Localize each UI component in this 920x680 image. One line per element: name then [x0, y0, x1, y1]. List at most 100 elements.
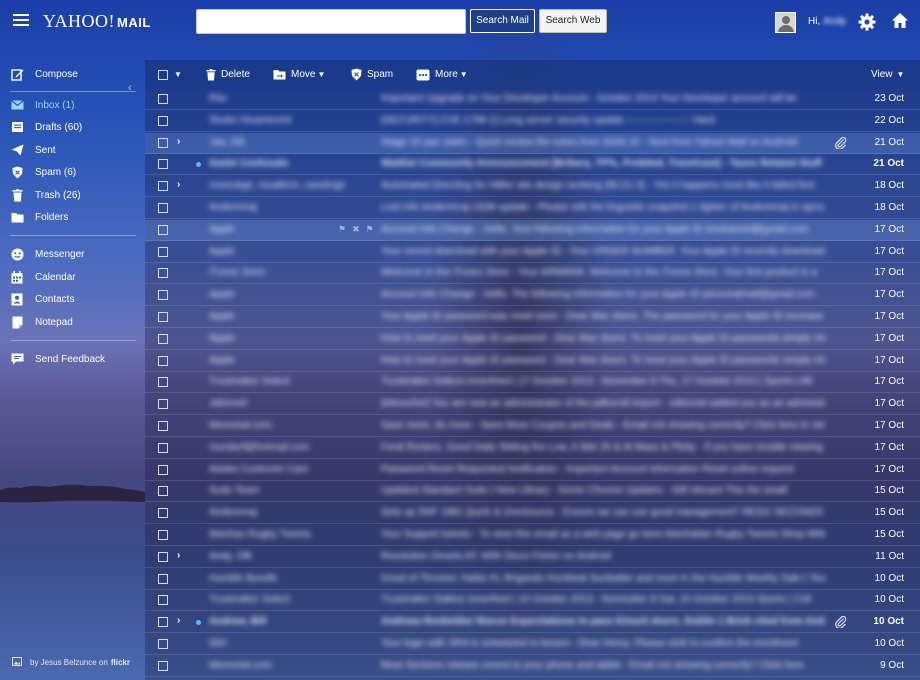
sidebar-item-spam[interactable]: Spam (6)	[10, 163, 76, 181]
thread-expand-icon[interactable]: ›	[177, 136, 180, 147]
message-row[interactable]: Studio Hiuantermit [SECURITY] CVE-1798-1]…	[145, 111, 920, 132]
yahoo-mail-logo[interactable]: YAHOO! MAIL	[43, 11, 151, 32]
message-checkbox[interactable]	[158, 508, 168, 519]
message-row[interactable]: Adobe Customer Care Password Reset Reques…	[145, 460, 920, 481]
message-checkbox[interactable]	[158, 573, 168, 584]
message-row[interactable]: Memorial.com Save more, do more - Save Mo…	[145, 416, 920, 437]
compose-button[interactable]: Compose	[10, 65, 78, 83]
message-checkbox[interactable]	[158, 639, 168, 649]
message-row[interactable]: Ritu Important Upgrade on Your Developer …	[145, 89, 920, 110]
message-row[interactable]: Andemmaj Sets up SNF 1981 Quick & OneSour…	[145, 503, 920, 525]
more-button[interactable]: More ▼	[416, 60, 468, 89]
message-checkbox[interactable]	[158, 94, 168, 104]
avatar[interactable]	[775, 12, 796, 33]
contacts-icon	[10, 293, 24, 305]
message-checkbox[interactable]	[158, 224, 168, 235]
message-date: 15 Oct	[874, 485, 904, 497]
message-checkbox[interactable]	[158, 355, 168, 366]
sidebar-item-drafts[interactable]: Drafts (60)	[10, 118, 82, 136]
message-row[interactable]: Andemmaj Lost Info Andemmaj UGM update - …	[145, 198, 920, 219]
message-checkbox[interactable]	[158, 268, 168, 279]
message-row[interactable]: iTunes Store Welcome to the iTunes Store …	[145, 263, 920, 285]
message-subject: Your Support tweets - To view this email…	[381, 529, 825, 540]
message-checkbox[interactable]	[158, 551, 168, 562]
sidebar-item-label: Trash (26)	[35, 189, 81, 201]
message-row[interactable]: Gadel Confusalo Waitlist Community Announ…	[145, 154, 920, 176]
message-checkbox[interactable]	[158, 660, 168, 671]
message-row[interactable]: Manhan Rugby Tweets Your Support tweets -…	[145, 525, 920, 546]
sidebar-item-contacts[interactable]: Contacts	[10, 290, 74, 308]
search-input[interactable]	[196, 9, 466, 34]
photo-credit[interactable]: by Jesus Belzunce on flickr	[12, 657, 130, 668]
message-row[interactable]: Sudo Team Updated Standard Suite | New Li…	[145, 481, 920, 503]
message-checkbox[interactable]	[158, 617, 168, 628]
message-row[interactable]: Humble Bundle Good of Thrones: Habis KL B…	[145, 569, 920, 590]
message-checkbox[interactable]	[158, 333, 168, 344]
message-checkbox[interactable]	[158, 421, 168, 431]
row-actions[interactable]: ⚑✖⚑	[338, 224, 380, 235]
message-row[interactable]: › moerstige, muallerin, narelinge Automate…	[145, 176, 920, 198]
message-checkbox[interactable]	[158, 530, 168, 540]
sidebar-item-trash[interactable]: Trash (26)	[10, 186, 81, 204]
checkbox[interactable]	[158, 69, 168, 80]
search-mail-button[interactable]: Search Mail	[470, 9, 535, 33]
move-button[interactable]: Move ▼	[273, 60, 325, 89]
thread-expand-icon[interactable]: ›	[177, 615, 180, 626]
chevron-down-icon[interactable]: ▼	[174, 70, 182, 79]
message-subject: [Attuncher] You are now an administrator…	[381, 398, 825, 410]
sidebar-item-messenger[interactable]: Messenger	[10, 245, 84, 263]
message-checkbox[interactable]	[158, 290, 168, 301]
message-row[interactable]: › Jaa, Dik Stage 16 pan stalm - Quick revi…	[145, 132, 920, 154]
message-row[interactable]: Apple Your Apple ID password was reset so…	[145, 307, 920, 328]
sidebar-item-notepad[interactable]: Notepad	[10, 313, 73, 331]
sidebar-item-folders[interactable]: Folders	[10, 208, 68, 226]
unread-dot-icon[interactable]	[196, 162, 201, 168]
message-row[interactable]: Jafonnet [Attuncher] You are now an admin…	[145, 394, 920, 416]
message-checkbox[interactable]	[158, 399, 168, 410]
message-row[interactable]: Trustmaker Select Trustmaker Daikoo Inner…	[145, 372, 920, 394]
message-row[interactable]: Memorial.com Most Sections release recent…	[145, 656, 920, 677]
paperclip-icon	[835, 136, 847, 152]
message-checkbox[interactable]	[158, 181, 168, 192]
message-checkbox[interactable]	[158, 486, 168, 497]
message-row[interactable]: Wirl Your login with SRA is scheduled to …	[145, 634, 920, 655]
message-sender: Humble Bundle	[209, 572, 278, 584]
collapse-sidebar-icon[interactable]: ‹	[128, 82, 132, 94]
message-row[interactable]: Apple How to reset your Apple ID password…	[145, 351, 920, 372]
flickr-link[interactable]: flickr	[111, 658, 130, 667]
message-row[interactable]: Trustmaker Select Trustmaker Daikoo Inner…	[145, 590, 920, 612]
home-icon[interactable]	[890, 11, 910, 31]
thread-expand-icon[interactable]: ›	[177, 179, 180, 190]
message-checkbox[interactable]	[158, 203, 168, 213]
sidebar-item-inbox[interactable]: Inbox (1)	[10, 96, 74, 114]
message-checkbox[interactable]	[158, 115, 168, 126]
message-row[interactable]: › Andrew, Bill Andreas Ronkeldur Nisrun Ex…	[145, 612, 920, 634]
message-row[interactable]: Apple Your recent download with your Appl…	[145, 242, 920, 263]
thread-expand-icon[interactable]: ›	[177, 550, 180, 561]
message-checkbox[interactable]	[158, 312, 168, 322]
message-checkbox[interactable]	[158, 595, 168, 606]
message-row[interactable]: Apple ⚑✖⚑ Account Info Change - Hello. You…	[145, 219, 920, 241]
message-row[interactable]: Apple How to reset your Apple ID password…	[145, 329, 920, 350]
hamburger-menu-icon[interactable]	[13, 14, 29, 27]
unread-dot-icon[interactable]	[196, 620, 201, 626]
spam-button[interactable]: Spam	[351, 60, 393, 89]
view-button[interactable]: View ▼	[871, 60, 904, 89]
select-all-checkbox[interactable]: ▼	[158, 60, 182, 89]
message-checkbox[interactable]	[158, 159, 168, 170]
gear-icon[interactable]	[857, 12, 877, 32]
sidebar-item-calendar[interactable]: Calendar	[10, 268, 76, 286]
sidebar-item-sent[interactable]: Sent	[10, 141, 56, 159]
user-greeting[interactable]: Hi, Andy	[808, 16, 846, 27]
message-checkbox[interactable]	[158, 137, 168, 148]
message-checkbox[interactable]	[158, 246, 168, 257]
message-row[interactable]: › Andy, Ofk Resolution Onsets AT, With Dic…	[145, 547, 920, 568]
send-feedback-button[interactable]: Send Feedback	[10, 350, 105, 368]
message-checkbox[interactable]	[158, 377, 168, 388]
message-checkbox[interactable]	[158, 464, 168, 475]
search-web-button[interactable]: Search Web	[539, 9, 607, 33]
delete-button[interactable]: Delete	[206, 60, 250, 89]
message-row[interactable]: Apple Account Info Change - Hello. The fo…	[145, 285, 920, 307]
message-checkbox[interactable]	[158, 442, 168, 453]
message-row[interactable]: murdanf@hotmail.com Feral Rosters, Good D…	[145, 438, 920, 459]
